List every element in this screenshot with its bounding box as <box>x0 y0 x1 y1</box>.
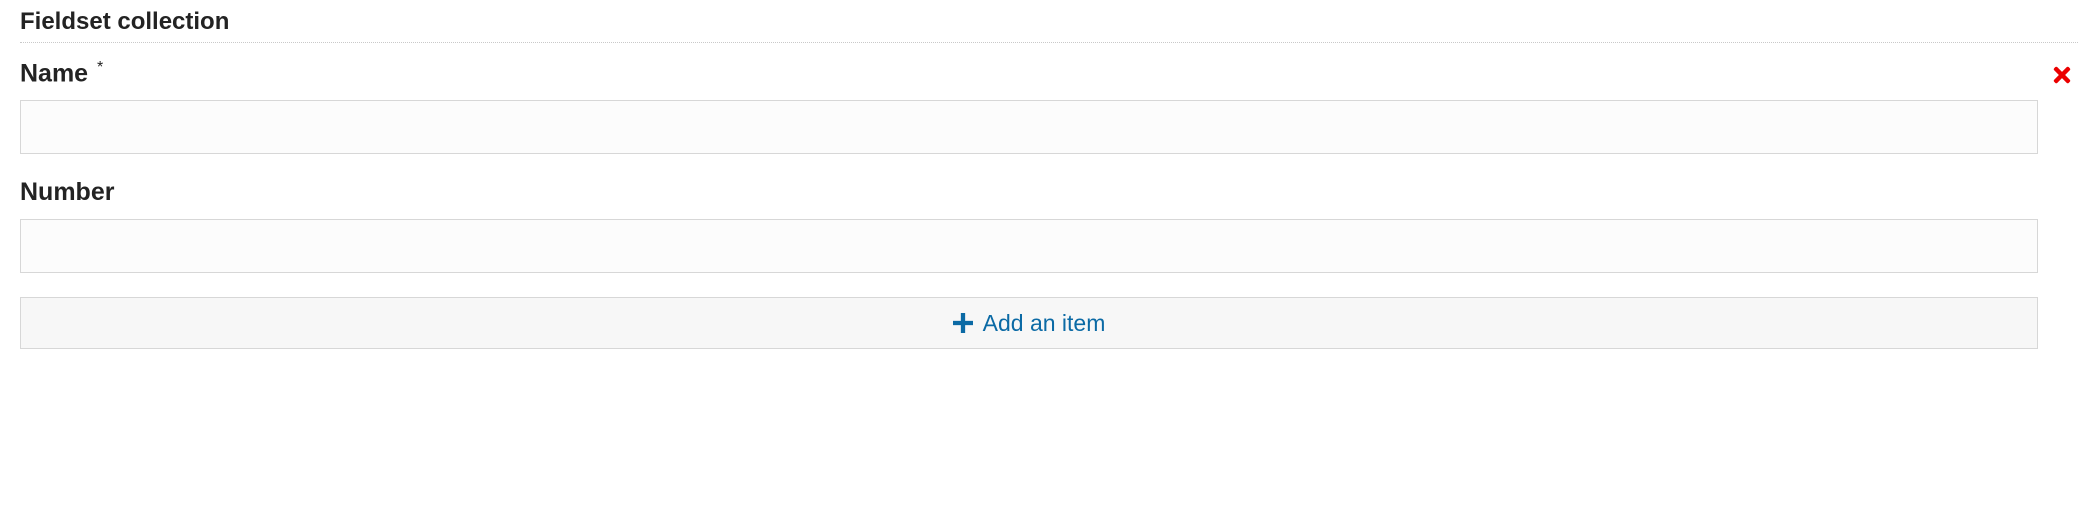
fieldset-collection: Fieldset collection Name * Number Add an… <box>0 0 2098 357</box>
required-marker: * <box>97 59 103 76</box>
legend-divider <box>20 42 2078 43</box>
close-icon <box>2050 63 2078 87</box>
name-field-group: Name * <box>20 59 2038 154</box>
name-label-text: Name <box>20 59 88 87</box>
remove-item-button[interactable] <box>2050 61 2078 89</box>
plus-icon <box>953 313 973 333</box>
fieldset-legend: Fieldset collection <box>20 8 2078 36</box>
collection-item-fields: Name * Number Add an item <box>20 59 2038 349</box>
collection-item: Name * Number Add an item <box>20 59 2078 349</box>
name-input[interactable] <box>20 100 2038 154</box>
number-label: Number <box>20 178 2038 207</box>
number-field-group: Number <box>20 178 2038 273</box>
add-item-button[interactable]: Add an item <box>20 297 2038 349</box>
add-item-label: Add an item <box>983 310 1106 337</box>
name-label: Name * <box>20 59 2038 88</box>
number-input[interactable] <box>20 219 2038 273</box>
